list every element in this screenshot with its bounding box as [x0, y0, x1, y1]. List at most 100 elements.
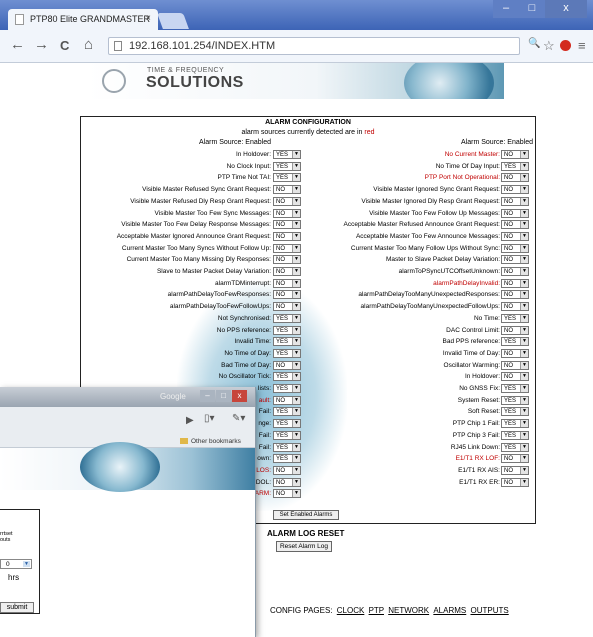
alarm-enabled-select[interactable]: NO ▼ [501, 196, 529, 206]
submit-button[interactable]: submit [0, 602, 34, 613]
alarm-label: PTP Port Not Operational: [424, 174, 500, 182]
alarm-label: System Reset: [457, 396, 500, 404]
tab-title: PTP80 Elite GRANDMASTER [30, 14, 151, 24]
config-link-clock[interactable]: CLOCK [337, 606, 365, 615]
alarm-enabled-select[interactable]: NO ▼ [273, 489, 301, 499]
alarm-enabled-select[interactable]: YES ▼ [501, 313, 529, 323]
alarm-enabled-select[interactable]: YES ▼ [501, 442, 529, 452]
close-window-button[interactable]: x [232, 390, 247, 402]
reload-icon[interactable]: C [60, 38, 69, 53]
google-label: Google [160, 392, 186, 401]
alarm-enabled-select[interactable]: YES ▼ [501, 419, 529, 429]
alarm-enabled-select[interactable]: NO ▼ [501, 220, 529, 230]
new-tab-button[interactable] [157, 13, 189, 29]
browser-tab[interactable]: PTP80 Elite GRANDMASTER × [8, 9, 158, 30]
alarm-enabled-select[interactable]: NO ▼ [501, 465, 529, 475]
alarm-label: alarmPathDelayInvalid: [433, 279, 500, 287]
alarm-enabled-select[interactable]: NO ▼ [501, 208, 529, 218]
logo-globe-icon [102, 69, 126, 93]
alarm-enabled-select[interactable]: NO ▼ [501, 173, 529, 183]
alarm-enabled-select[interactable]: NO ▼ [501, 477, 529, 487]
alarm-enabled-select[interactable]: NO ▼ [501, 348, 529, 358]
chevron-down-icon: ▼ [520, 279, 528, 287]
play-icon[interactable]: ▶ [186, 415, 194, 426]
chevron-down-icon: ▼ [520, 151, 528, 158]
page-icon [114, 41, 122, 51]
chevron-down-icon: ▼ [520, 174, 528, 182]
chevron-down-icon: ▼ [520, 443, 528, 451]
alarm-enabled-select[interactable]: YES ▼ [501, 337, 529, 347]
alarm-enabled-select[interactable]: YES ▼ [501, 161, 529, 171]
alarm-enabled-select[interactable]: YES ▼ [501, 430, 529, 440]
left-column-header: Alarm Source: Enabled [199, 139, 271, 146]
alarm-label: Soft Reset: [467, 408, 500, 416]
logo-name: SOLUTIONS [146, 74, 244, 91]
url-text: 192.168.101.254/INDEX.HTM [129, 40, 276, 52]
alarm-enabled-select[interactable]: NO ▼ [501, 231, 529, 241]
alarm-enabled-select[interactable]: NO ▼ [501, 243, 529, 253]
alarm-enabled-select[interactable]: NO ▼ [501, 278, 529, 288]
zoom-icon[interactable]: 🔍 [528, 38, 540, 49]
alarm-label: Visible Master Ignored Dly Resp Grant Re… [361, 197, 500, 205]
tab-close-icon[interactable]: × [145, 13, 151, 24]
alarm-enabled-select[interactable]: NO ▼ [501, 290, 529, 300]
alarm-label: ARM: [254, 490, 271, 498]
bookmark-star-icon[interactable]: ☆ [543, 38, 555, 54]
alarm-title: ALARM CONFIGURATION [265, 119, 351, 126]
chevron-down-icon: ▼ [520, 466, 528, 474]
alarm-label: Acceptable Master Too Few Announce Messa… [355, 232, 500, 240]
close-window-button[interactable]: x [545, 0, 587, 18]
alarm-enabled-select[interactable]: NO ▼ [501, 372, 529, 382]
browser-toolbar: ← → C ⌂ 192.168.101.254/INDEX.HTM 🔍 ☆ ≡ [0, 30, 593, 63]
forward-icon[interactable]: → [34, 36, 49, 53]
home-icon[interactable]: ⌂ [84, 36, 93, 53]
alarm-label: alarmToPSyncUTCOffsetUnknown: [398, 268, 500, 275]
chevron-down-icon: ▼ [520, 232, 528, 240]
alarm-enabled-select[interactable]: NO ▼ [501, 255, 529, 265]
page-menu-icon[interactable]: ▯▾ [204, 413, 215, 424]
alarm-enabled-select[interactable]: NO ▼ [501, 325, 529, 335]
alarm-enabled-select[interactable]: YES ▼ [501, 407, 529, 417]
window-controls: – □ x [493, 0, 587, 18]
back-icon[interactable]: ← [10, 36, 25, 53]
alarm-enabled-select[interactable]: NO ▼ [501, 267, 529, 276]
maximize-button[interactable]: □ [216, 390, 231, 402]
alarm-enabled-select[interactable]: NO ▼ [501, 185, 529, 195]
config-link-outputs[interactable]: OUTPUTS [470, 606, 508, 615]
background-browser-window[interactable]: Google – □ x ▶ ▯▾ ✎▾ Other bookmarks rrt… [0, 387, 256, 637]
alarm-row: No Time Of Day Input: YES ▼ [81, 161, 535, 173]
wrench-icon[interactable]: ✎▾ [232, 413, 245, 424]
alarm-enabled-select[interactable]: NO ▼ [501, 302, 529, 312]
alarm-row: Visible Master Ignored Sync Grant Reques… [81, 185, 535, 196]
chevron-down-icon: ▼ [520, 431, 528, 439]
other-bookmarks[interactable]: Other bookmarks [180, 438, 241, 445]
hours-dropdown[interactable]: 0 ▼ [0, 559, 32, 569]
alarm-enabled-select[interactable]: NO ▼ [501, 360, 529, 370]
alarm-row: Acceptable Master Too Few Announce Messa… [81, 231, 535, 243]
menu-icon[interactable]: ≡ [578, 38, 586, 53]
alarm-enabled-select[interactable]: YES ▼ [501, 384, 529, 393]
maximize-button[interactable]: □ [519, 0, 545, 18]
alarm-row: Bad PPS reference: YES ▼ [81, 337, 535, 348]
set-enabled-alarms-button[interactable]: Set Enabled Alarms [273, 510, 339, 520]
alarm-label: alarmPathDelayTooManyUnexpectedResponses… [358, 291, 500, 299]
config-link-network[interactable]: NETWORK [388, 606, 429, 615]
alarm-label: Master to Slave Packet Delay Variation: [385, 256, 500, 264]
alarm-enabled-select[interactable]: YES ▼ [501, 395, 529, 405]
alarm-label: No Time: [473, 314, 500, 322]
minimize-button[interactable]: – [200, 390, 215, 402]
config-link-alarms[interactable]: ALARMS [433, 606, 466, 615]
alarm-enabled-select[interactable]: NO ▼ [501, 150, 529, 159]
alarm-row: alarmPathDelayTooManyUnexpectedFollowUps… [81, 302, 535, 313]
reset-alarm-log-button[interactable]: Reset Alarm Log [276, 541, 332, 552]
chevron-down-icon: ▼ [520, 209, 528, 217]
alarm-enabled-select[interactable]: NO ▼ [501, 454, 529, 464]
opera-icon[interactable] [560, 40, 571, 51]
minimize-button[interactable]: – [493, 0, 519, 18]
config-link-ptp[interactable]: PTP [369, 606, 384, 615]
alarm-row: Visible Master Ignored Dly Resp Grant Re… [81, 196, 535, 208]
chevron-down-icon: ▼ [520, 326, 528, 334]
chevron-down-icon: ▼ [520, 244, 528, 252]
alarm-label: E1/T1 RX ER: [459, 478, 500, 486]
address-bar[interactable]: 192.168.101.254/INDEX.HTM [108, 37, 520, 55]
